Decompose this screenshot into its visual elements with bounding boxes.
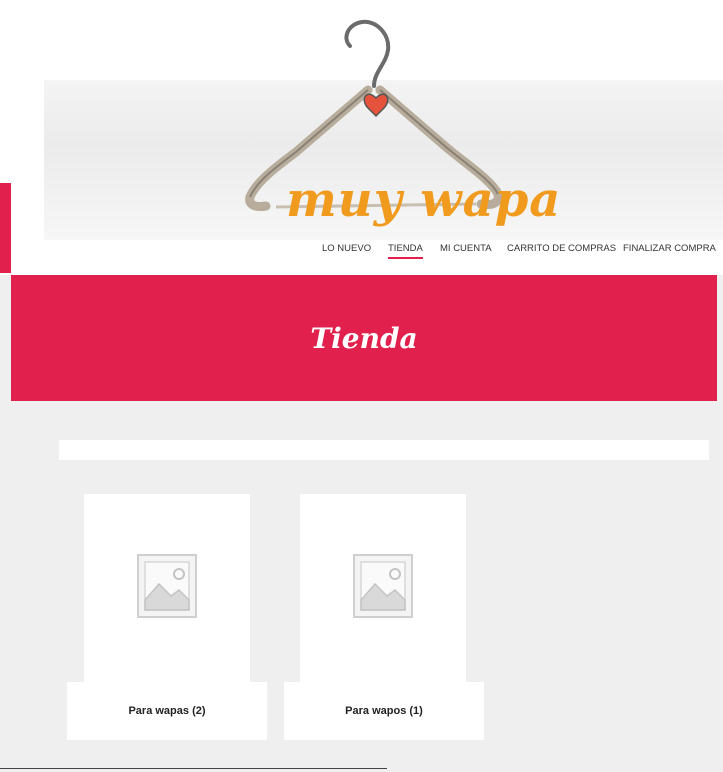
nav-item-lo-nuevo[interactable]: LO NUEVO — [322, 243, 371, 254]
logo-text: muy wapa — [286, 172, 562, 228]
shop-toolbar — [59, 440, 709, 460]
category-label[interactable]: Para wapas (2) — [67, 682, 267, 740]
site-header: muy wapa LO NUEVO TIENDA MI CUENTA CARRI… — [0, 0, 723, 275]
category-image[interactable] — [300, 494, 466, 684]
nav-item-carrito[interactable]: CARRITO DE COMPRAS — [507, 243, 616, 254]
nav-item-tienda[interactable]: TIENDA — [388, 243, 423, 259]
nav-item-finalizar-compra[interactable]: FINALIZAR COMPRA — [623, 243, 716, 254]
page-title: Tienda — [310, 321, 418, 355]
image-placeholder-icon — [353, 554, 413, 618]
category-image[interactable] — [84, 494, 250, 684]
divider — [0, 768, 387, 769]
image-placeholder-icon — [137, 554, 197, 618]
nav-item-mi-cuenta[interactable]: MI CUENTA — [440, 243, 492, 254]
site-logo[interactable]: muy wapa — [236, 12, 560, 232]
side-accent-tab — [0, 183, 11, 273]
page-title-banner: Tienda — [11, 275, 717, 401]
category-label[interactable]: Para wapos (1) — [284, 682, 484, 740]
